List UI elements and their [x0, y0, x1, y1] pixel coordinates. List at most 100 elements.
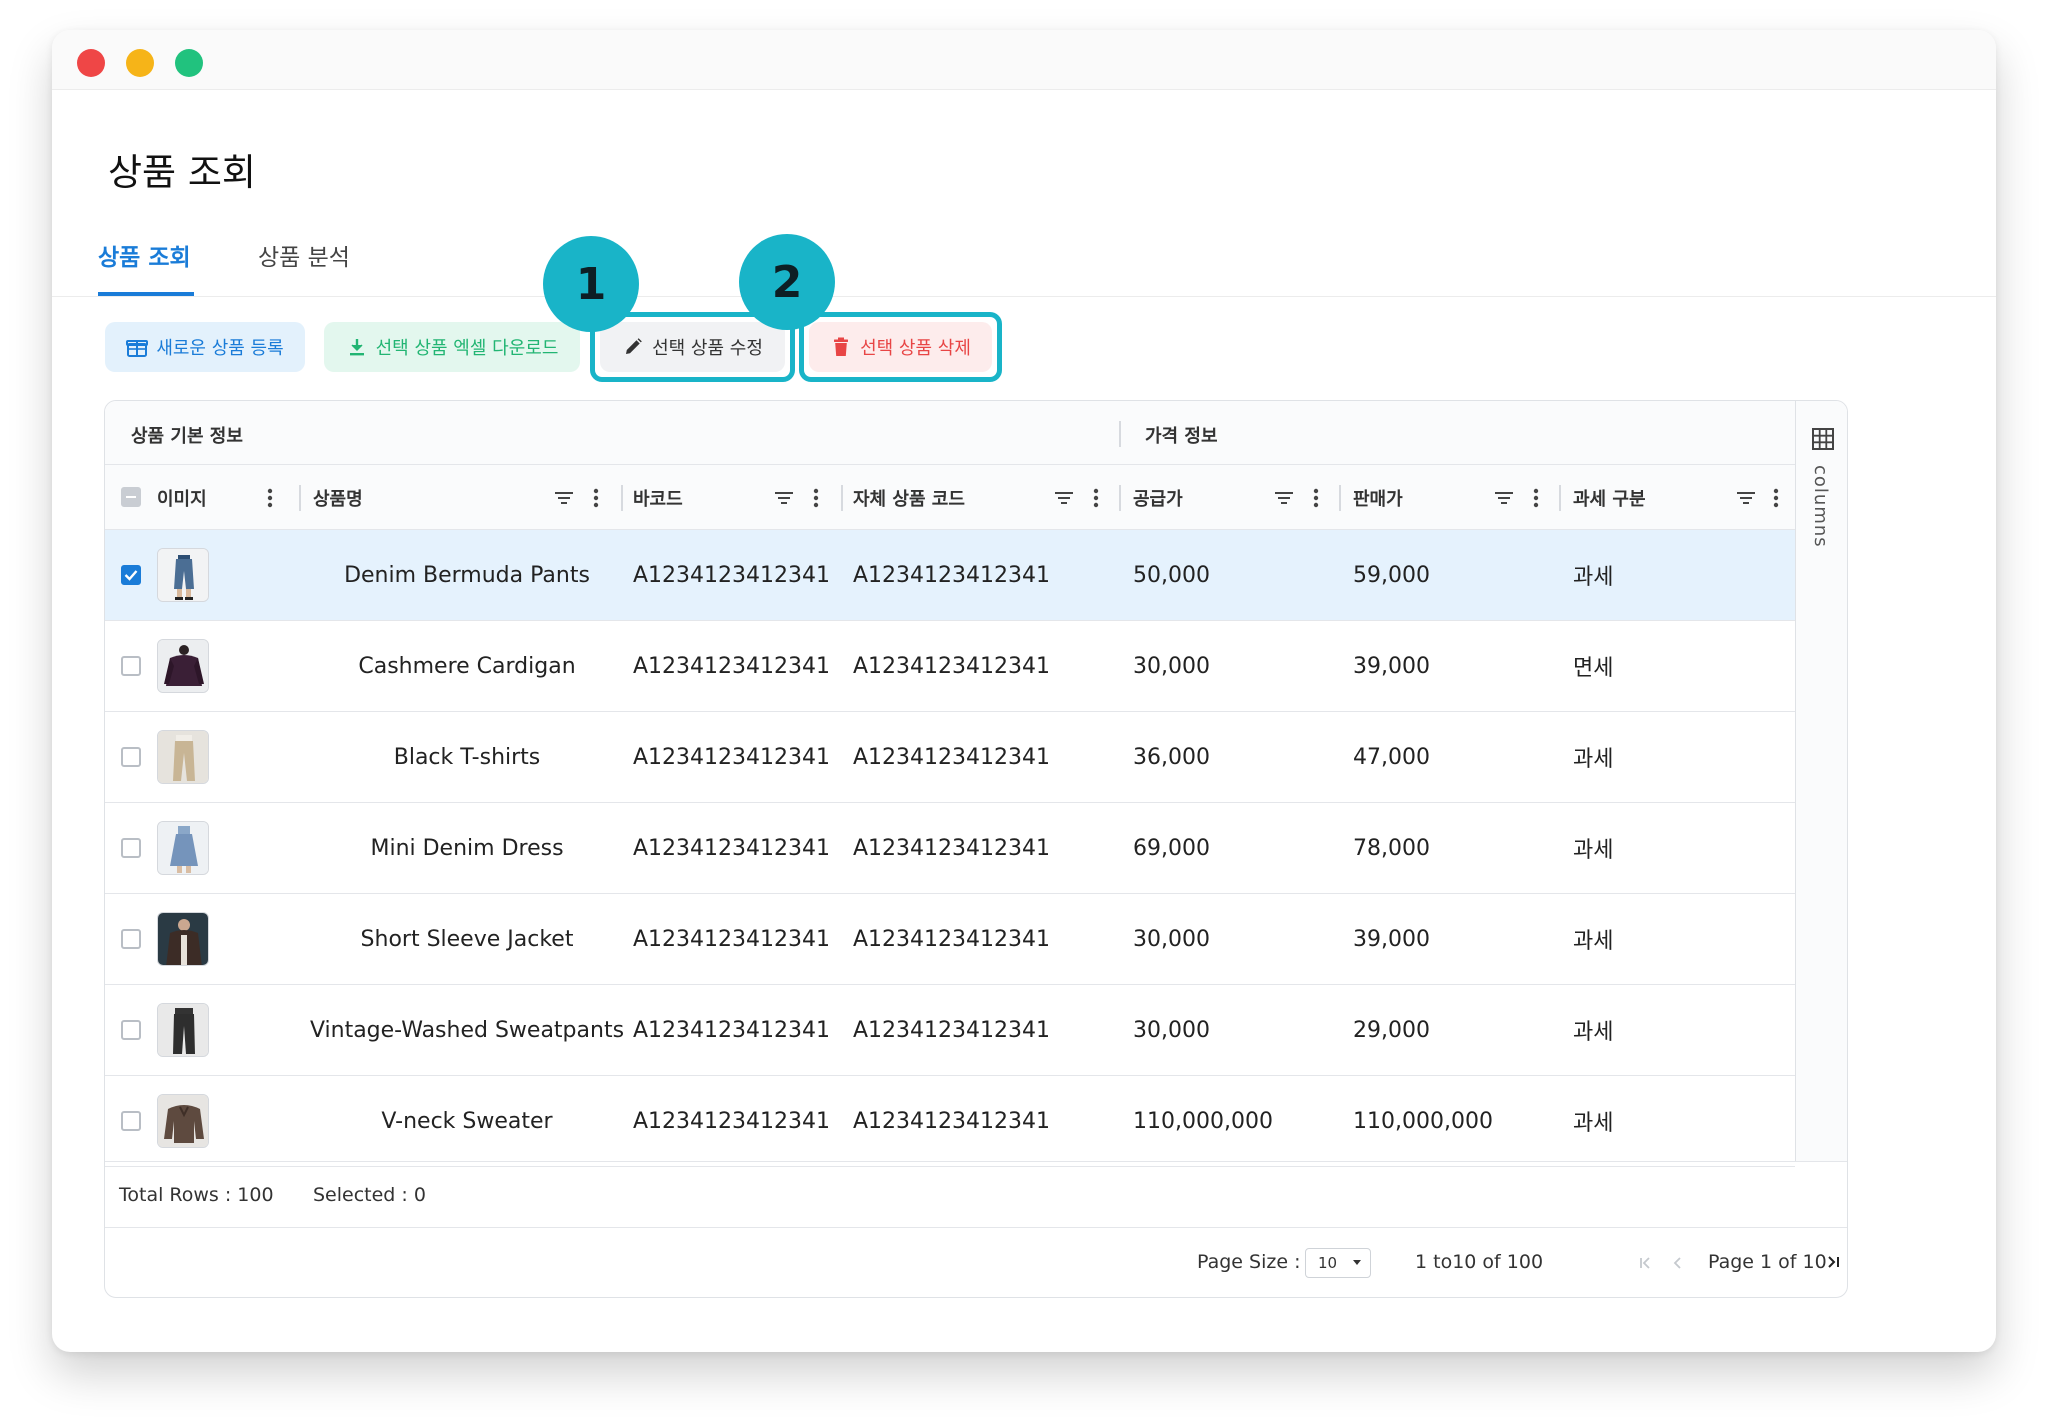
sale-price-cell: 39,000 [1353, 926, 1430, 952]
tab-product-list[interactable]: 상품 조회 [98, 238, 191, 272]
filter-icon[interactable] [1735, 485, 1757, 511]
chevron-down-icon [1353, 1260, 1361, 1265]
denim-dress-icon [157, 821, 209, 875]
column-header-image[interactable]: 이미지 [157, 465, 207, 530]
columns-side-panel[interactable]: columns [1795, 401, 1847, 1161]
own-code-cell: A1234123412341 [853, 744, 1051, 770]
column-group-header: 상품 기본 정보 가격 정보 [105, 401, 1795, 465]
cardigan-icon [157, 639, 209, 693]
table-row[interactable]: Vintage-Washed Sweatpants A1234123412341… [105, 985, 1795, 1076]
tabs-divider [52, 296, 1996, 297]
column-separator[interactable] [299, 485, 301, 511]
row-checkbox[interactable] [121, 1020, 141, 1040]
group-basic-info: 상품 기본 정보 [131, 426, 243, 447]
table-row[interactable]: Mini Denim Dress A1234123412341 A1234123… [105, 803, 1795, 894]
filter-icon[interactable] [1493, 485, 1515, 511]
sale-price-cell: 29,000 [1353, 1017, 1430, 1043]
column-menu-icon[interactable] [1529, 485, 1543, 511]
gift-box-icon [126, 336, 149, 358]
maximize-window-button[interactable] [175, 49, 203, 77]
filter-icon[interactable] [1053, 485, 1075, 511]
column-header-supply-price[interactable]: 공급가 [1133, 465, 1183, 530]
first-page-icon[interactable] [1635, 1252, 1657, 1274]
sale-price-cell: 78,000 [1353, 835, 1430, 861]
last-page-icon[interactable] [1822, 1251, 1844, 1273]
total-rows-text: Total Rows : 100 [119, 1184, 274, 1206]
tax-type-cell: 과세 [1573, 838, 1614, 863]
column-menu-icon[interactable] [1089, 485, 1103, 511]
tax-type-cell: 과세 [1573, 747, 1614, 772]
column-menu-icon[interactable] [1769, 485, 1783, 511]
column-header-sale-price[interactable]: 판매가 [1353, 465, 1403, 530]
own-code-cell: A1234123412341 [853, 653, 1051, 679]
close-window-button[interactable] [77, 49, 105, 77]
barcode-cell: A1234123412341 [633, 1017, 831, 1043]
column-separator[interactable] [841, 485, 843, 511]
table-row[interactable]: Cashmere Cardigan A1234123412341 A123412… [105, 621, 1795, 712]
column-header-tax-type[interactable]: 과세 구분 [1573, 465, 1646, 530]
row-checkbox[interactable] [121, 929, 141, 949]
minimize-window-button[interactable] [126, 49, 154, 77]
row-checkbox[interactable] [121, 656, 141, 676]
table-row[interactable]: Denim Bermuda Pants A1234123412341 A1234… [105, 530, 1795, 621]
grid-status-bar: Total Rows : 100 Selected : 0 [105, 1161, 1847, 1228]
table-grid-icon[interactable] [1811, 427, 1835, 455]
column-separator[interactable] [621, 485, 623, 511]
column-menu-icon[interactable] [809, 485, 823, 511]
sweatpants-icon [157, 1003, 209, 1057]
columns-panel-label[interactable]: columns [1810, 465, 1831, 548]
column-separator[interactable] [1339, 485, 1341, 511]
filter-icon[interactable] [1273, 485, 1295, 511]
select-all-checkbox[interactable] [121, 487, 141, 507]
supply-price-cell: 30,000 [1133, 1017, 1210, 1043]
jacket-icon [157, 912, 209, 966]
sale-price-cell: 39,000 [1353, 653, 1430, 679]
table-row[interactable]: Short Sleeve Jacket A1234123412341 A1234… [105, 894, 1795, 985]
own-code-cell: A1234123412341 [853, 1017, 1051, 1043]
product-name-cell: Short Sleeve Jacket [360, 926, 574, 952]
selected-count-text: Selected : 0 [313, 1184, 426, 1206]
row-range-text: 1 to10 of 100 [1415, 1251, 1544, 1273]
product-name-cell: Black T-shirts [393, 744, 541, 770]
filter-icon[interactable] [553, 485, 575, 511]
product-grid: 상품 기본 정보 가격 정보 이미지 상품명 바코드 자체 상품 코드 공급가 … [104, 400, 1848, 1298]
row-checkbox[interactable] [121, 838, 141, 858]
column-separator[interactable] [1119, 485, 1121, 511]
group-price-info: 가격 정보 [1145, 426, 1218, 447]
prev-page-icon[interactable] [1667, 1252, 1689, 1274]
sale-price-cell: 110,000,000 [1353, 1108, 1493, 1134]
own-code-cell: A1234123412341 [853, 1108, 1051, 1134]
table-row[interactable]: Black T-shirts A1234123412341 A123412341… [105, 712, 1795, 803]
delete-button-highlight [799, 312, 1002, 382]
column-separator[interactable] [1559, 485, 1561, 511]
table-row[interactable]: V-neck Sweater A1234123412341 A123412341… [105, 1076, 1795, 1167]
callout-badge-1: 1 [543, 236, 639, 332]
own-code-cell: A1234123412341 [853, 926, 1051, 952]
row-checkbox[interactable] [121, 565, 141, 585]
page-size-label: Page Size : [1197, 1251, 1301, 1273]
column-menu-icon[interactable] [1309, 485, 1323, 511]
column-header-product-name[interactable]: 상품명 [313, 465, 363, 530]
product-name-cell: Cashmere Cardigan [358, 653, 576, 679]
column-header-row: 이미지 상품명 바코드 자체 상품 코드 공급가 판매가 과세 구분 [105, 465, 1795, 530]
row-checkbox[interactable] [121, 747, 141, 767]
column-header-barcode[interactable]: 바코드 [633, 465, 683, 530]
sweater-icon [157, 1094, 209, 1148]
new-product-button[interactable]: 새로운 상품 등록 [105, 322, 305, 372]
tab-product-analysis[interactable]: 상품 분석 [258, 238, 350, 272]
column-menu-icon[interactable] [589, 485, 603, 511]
filter-icon[interactable] [773, 485, 795, 511]
column-header-own-code[interactable]: 자체 상품 코드 [853, 465, 965, 530]
barcode-cell: A1234123412341 [633, 835, 831, 861]
tax-type-cell: 과세 [1573, 929, 1614, 954]
column-menu-icon[interactable] [263, 485, 277, 511]
page-size-value: 10 [1318, 1254, 1338, 1272]
row-checkbox[interactable] [121, 1111, 141, 1131]
barcode-cell: A1234123412341 [633, 653, 831, 679]
supply-price-cell: 36,000 [1133, 744, 1210, 770]
product-name-cell: V-neck Sweater [381, 1108, 553, 1134]
product-name-cell: Vintage-Washed Sweatpants [309, 1017, 625, 1043]
page-indicator-text: Page 1 of 10 [1708, 1251, 1827, 1273]
excel-download-button[interactable]: 선택 상품 엑셀 다운로드 [324, 322, 580, 372]
page-size-select[interactable]: 10 [1305, 1248, 1371, 1278]
